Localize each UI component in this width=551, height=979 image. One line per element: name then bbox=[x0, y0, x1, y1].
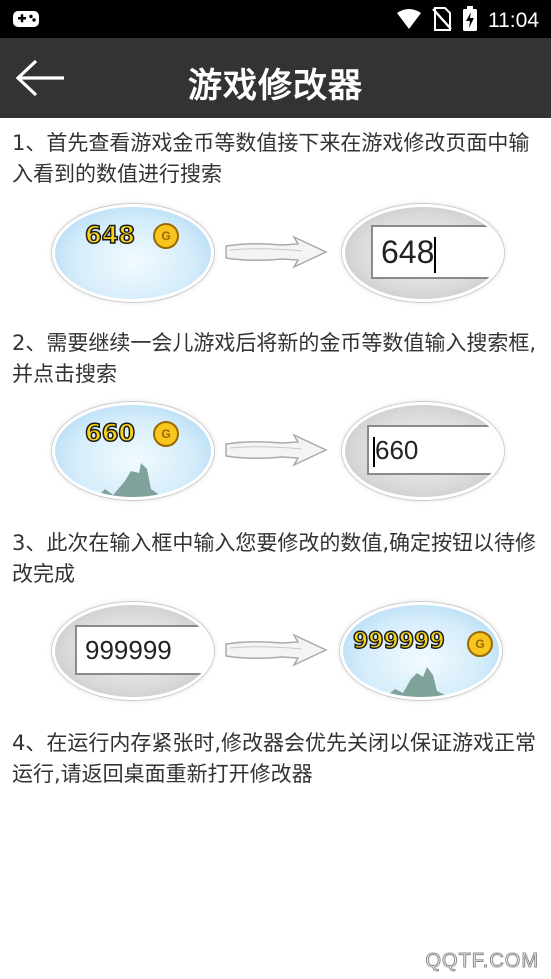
battery-charging-icon bbox=[462, 6, 478, 36]
modify-input-mock: 999999 bbox=[75, 625, 211, 675]
search-field-oval: 648 bbox=[342, 204, 504, 302]
scenery-icon bbox=[385, 667, 449, 697]
arrow-right-icon bbox=[225, 433, 328, 467]
scenery-icon bbox=[97, 463, 163, 497]
watermark: QQTF.COM bbox=[425, 950, 539, 973]
search-value: 660 bbox=[375, 435, 419, 465]
coin-value: 648 bbox=[84, 220, 136, 250]
modify-value: 999999 bbox=[85, 635, 172, 665]
search-input-mock: 660 bbox=[367, 425, 501, 475]
input-field-oval: 999999 bbox=[52, 602, 214, 700]
text-caret bbox=[434, 236, 437, 273]
game-controller-icon bbox=[12, 8, 40, 34]
game-screen-oval: 999999 G bbox=[340, 602, 502, 700]
no-sim-icon bbox=[432, 7, 452, 35]
search-field-oval: 660 bbox=[342, 402, 504, 500]
coin-value: 999999 bbox=[352, 628, 445, 655]
app-bar: 游戏修改器 bbox=[0, 38, 551, 118]
game-screen-oval: 660 G bbox=[52, 402, 214, 500]
step-3-illustration: 999999 999999 G bbox=[0, 600, 551, 704]
status-bar: 11:04 bbox=[0, 0, 551, 38]
page-title: 游戏修改器 bbox=[188, 66, 363, 106]
coin-icon: G bbox=[467, 631, 493, 657]
wifi-icon bbox=[396, 8, 422, 34]
status-time: 11:04 bbox=[488, 9, 539, 32]
step-2-text: 2、需要继续一会儿游戏后将新的金币等数值输入搜索框,并点击搜索 bbox=[12, 331, 537, 386]
step-3-text: 3、此次在输入框中输入您要修改的数值,确定按钮以待修改完成 bbox=[12, 531, 537, 586]
coin-icon: G bbox=[153, 223, 179, 249]
step-4-text: 4、在运行内存紧张时,修改器会优先关闭以保证游戏正常运行,请返回桌面重新打开修改… bbox=[12, 731, 537, 786]
coin-value: 660 bbox=[84, 418, 136, 448]
arrow-right-icon bbox=[225, 235, 328, 269]
game-screen-oval: 648 G bbox=[52, 204, 214, 302]
coin-icon: G bbox=[153, 421, 179, 447]
step-1-text: 1、首先查看游戏金币等数值接下来在游戏修改页面中输入看到的数值进行搜索 bbox=[12, 131, 530, 186]
search-value: 648 bbox=[381, 234, 435, 270]
arrow-right-icon bbox=[225, 633, 328, 667]
step-2-illustration: 660 G 660 bbox=[0, 400, 551, 504]
search-input-mock: 648 bbox=[371, 225, 501, 279]
step-1-illustration: 648 G 648 bbox=[0, 200, 551, 304]
